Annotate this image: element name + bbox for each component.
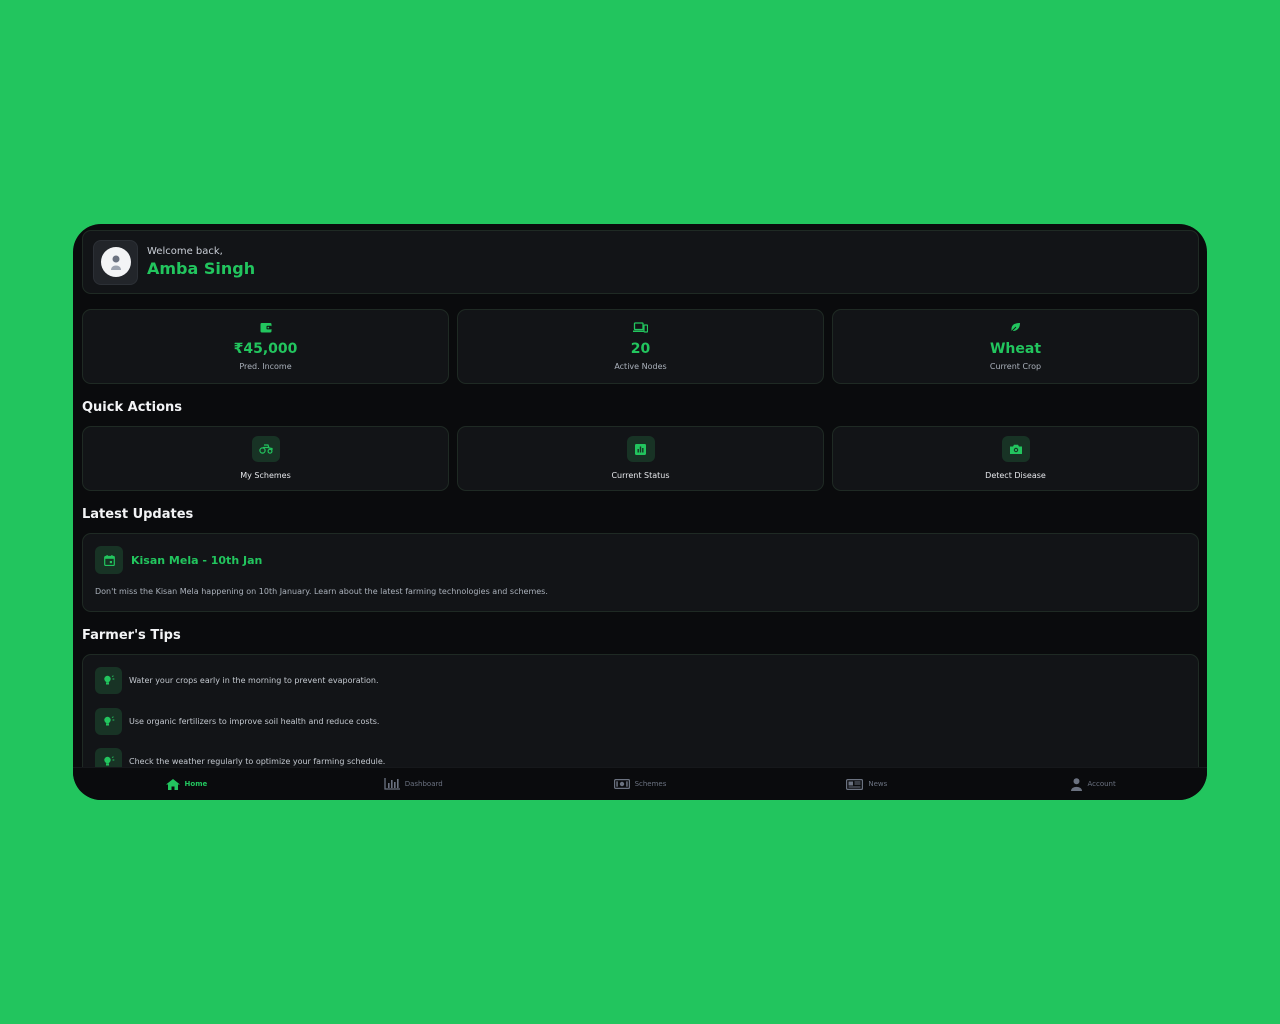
user-name: Amba Singh	[147, 259, 256, 278]
tip-item: Use organic fertilizers to improve soil …	[95, 707, 1186, 735]
update-body: Don't miss the Kisan Mela happening on 1…	[95, 587, 548, 596]
tip-text: Check the weather regularly to optimize …	[129, 757, 386, 766]
update-card[interactable]: Kisan Mela - 10th Jan Don't miss the Kis…	[82, 533, 1199, 612]
action-label: Current Status	[611, 471, 670, 480]
stat-current-crop: Wheat Current Crop	[832, 309, 1199, 384]
my-schemes-button[interactable]: My Schemes	[82, 426, 449, 491]
nav-label: Home	[184, 780, 208, 788]
tip-text: Use organic fertilizers to improve soil …	[129, 716, 380, 726]
lightbulb-icon	[95, 667, 122, 694]
farmer-avatar-icon	[110, 255, 121, 270]
money-icon	[613, 779, 630, 789]
bottom-nav: Home Dashboard Schemes News Account	[73, 767, 1207, 800]
nav-news[interactable]: News	[753, 768, 980, 800]
app-window: Welcome back, Amba Singh ₹45,000 Pred. I…	[73, 224, 1207, 800]
welcome-text: Welcome back,	[147, 246, 223, 257]
user-icon	[1071, 777, 1083, 791]
stat-label: Pred. Income	[239, 362, 292, 371]
nav-label: News	[868, 780, 888, 788]
farmers-tips-heading: Farmer's Tips	[82, 628, 181, 643]
stat-value: 20	[630, 341, 651, 357]
nav-label: Schemes	[634, 780, 667, 788]
nav-dashboard[interactable]: Dashboard	[300, 768, 527, 800]
detect-disease-button[interactable]: Detect Disease	[832, 426, 1199, 491]
update-title: Kisan Mela - 10th Jan	[131, 553, 263, 567]
stats-row: ₹45,000 Pred. Income 20 Active Nodes Whe…	[82, 309, 1199, 384]
lightbulb-icon	[95, 707, 122, 735]
avatar	[100, 247, 131, 277]
tip-text: Water your crops early in the morning to…	[129, 676, 379, 685]
nav-schemes[interactable]: Schemes	[527, 768, 754, 800]
action-label: My Schemes	[240, 471, 291, 480]
nav-label: Dashboard	[404, 780, 443, 788]
stat-label: Current Crop	[989, 362, 1042, 371]
tip-item: Check the weather regularly to optimize …	[95, 748, 1186, 767]
stat-predicted-income: ₹45,000 Pred. Income	[82, 309, 449, 384]
quick-actions-heading: Quick Actions	[82, 400, 183, 415]
camera-icon	[1001, 436, 1030, 462]
action-label: Detect Disease	[985, 471, 1046, 480]
latest-updates-heading: Latest Updates	[82, 507, 194, 522]
nav-label: Account	[1087, 780, 1116, 788]
newspaper-icon	[846, 778, 864, 790]
devices-icon	[633, 320, 648, 334]
nav-account[interactable]: Account	[980, 768, 1207, 800]
stat-label: Active Nodes	[614, 362, 667, 371]
wallet-icon	[260, 320, 272, 334]
welcome-header: Welcome back, Amba Singh	[82, 230, 1199, 294]
current-status-button[interactable]: Current Status	[457, 426, 824, 491]
bar-chart-icon	[384, 778, 400, 790]
tip-item: Water your crops early in the morning to…	[95, 667, 1186, 694]
main-content[interactable]: Welcome back, Amba Singh ₹45,000 Pred. I…	[73, 224, 1207, 767]
stat-value: Wheat	[989, 341, 1042, 357]
stat-active-nodes: 20 Active Nodes	[457, 309, 824, 384]
home-icon	[165, 778, 180, 790]
quick-actions-row: My Schemes Current Status Detect Disease	[82, 426, 1199, 491]
tips-card: Water your crops early in the morning to…	[82, 654, 1199, 767]
calendar-icon	[95, 546, 123, 574]
profile-avatar-button[interactable]	[93, 239, 138, 285]
leaf-icon	[1010, 320, 1021, 334]
lightbulb-icon	[95, 748, 122, 767]
stat-value: ₹45,000	[233, 341, 298, 357]
nav-home[interactable]: Home	[73, 768, 300, 800]
tractor-icon	[251, 436, 280, 462]
chart-icon	[626, 436, 655, 462]
